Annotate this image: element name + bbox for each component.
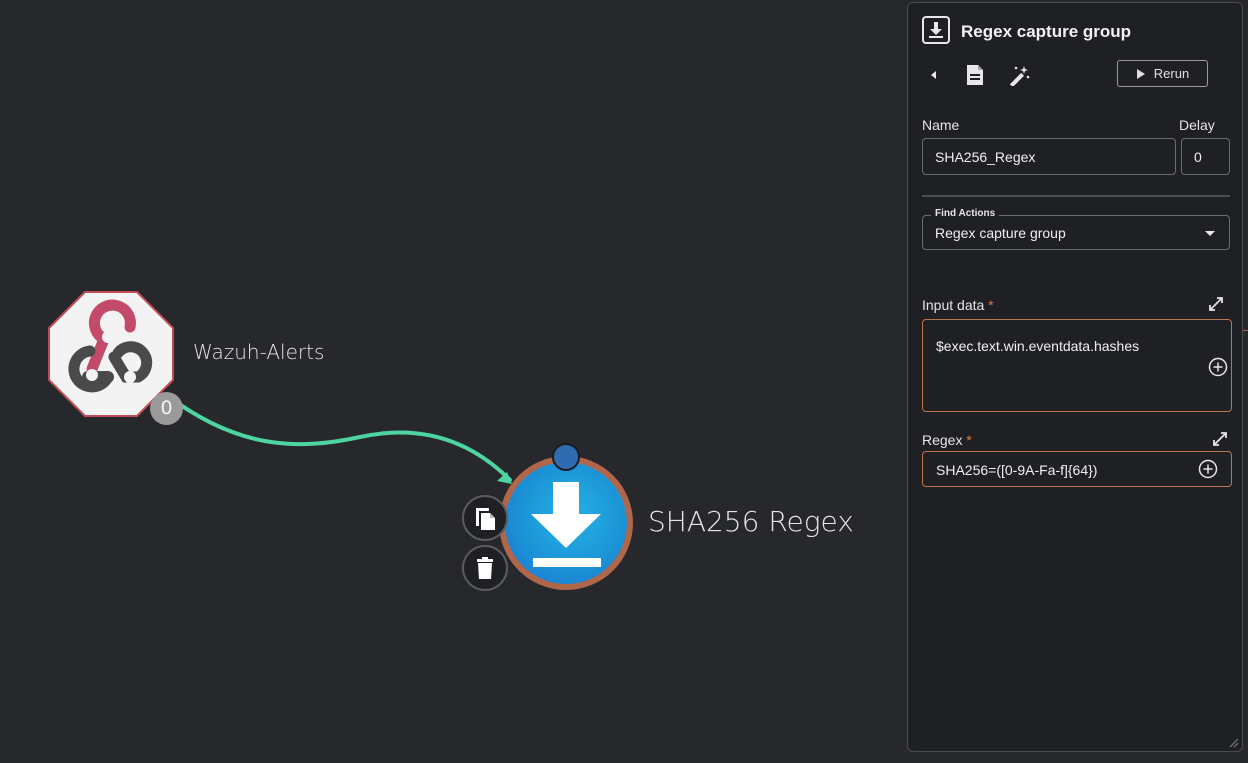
workflow-edge[interactable] [166, 394, 512, 482]
copy-node-button[interactable] [462, 495, 508, 541]
play-icon [1136, 68, 1145, 79]
regex-field[interactable]: SHA256=([0-9A-Fa-f]{64}) [922, 451, 1232, 487]
section-divider [922, 195, 1230, 197]
trash-icon [477, 557, 493, 579]
input-data-label: Input data * [922, 297, 994, 313]
required-marker: * [966, 432, 972, 448]
action-config-panel: Regex capture group Rerun Name Delay SHA… [907, 2, 1243, 752]
input-data-label-text: Input data [922, 297, 985, 313]
node-connection-handle[interactable] [552, 443, 580, 471]
action-download-icon [922, 16, 950, 44]
rerun-button[interactable]: Rerun [1117, 60, 1208, 87]
chevron-down-icon [1205, 231, 1215, 236]
regex-node-label: SHA256 Regex [648, 505, 854, 538]
documentation-button[interactable] [964, 63, 986, 87]
expand-icon[interactable] [1212, 431, 1228, 447]
input-data-field[interactable]: $exec.text.win.eventdata.hashes [922, 319, 1232, 412]
download-icon [531, 482, 601, 567]
delay-label: Delay [1179, 117, 1215, 133]
collapse-panel-button[interactable] [925, 64, 943, 86]
find-actions-value: Regex capture group [935, 225, 1066, 241]
caret-left-icon [931, 71, 936, 79]
branch-count-badge[interactable]: 0 [150, 392, 183, 425]
document-icon [967, 65, 983, 85]
regex-value: SHA256=([0-9A-Fa-f]{64}) [936, 462, 1098, 478]
add-variable-icon[interactable] [1208, 357, 1228, 377]
regex-label-text: Regex [922, 432, 963, 448]
panel-edge-marker [1243, 330, 1248, 331]
delete-node-button[interactable] [462, 545, 508, 591]
magic-wand-icon [1009, 66, 1030, 86]
copy-icon [476, 508, 495, 530]
regex-label: Regex * [922, 432, 972, 448]
input-data-value: $exec.text.win.eventdata.hashes [936, 338, 1140, 354]
add-variable-icon[interactable] [1198, 459, 1218, 479]
rerun-label: Rerun [1153, 66, 1190, 81]
autocomplete-wand-button[interactable] [1007, 63, 1031, 87]
name-input[interactable]: SHA256_Regex [922, 138, 1176, 175]
find-actions-select[interactable]: Find Actions Regex capture group [922, 208, 1230, 250]
name-label: Name [922, 117, 960, 133]
delay-input[interactable]: 0 [1181, 138, 1230, 175]
resize-handle-icon[interactable] [1227, 736, 1239, 748]
regex-node-fill [505, 462, 627, 584]
expand-icon[interactable] [1208, 296, 1224, 312]
find-actions-legend: Find Actions [931, 208, 1000, 219]
regex-node[interactable] [499, 456, 633, 590]
panel-title: Regex capture group [961, 22, 1132, 41]
required-marker: * [988, 297, 994, 313]
webhook-node-label: Wazuh-Alerts [193, 340, 325, 364]
